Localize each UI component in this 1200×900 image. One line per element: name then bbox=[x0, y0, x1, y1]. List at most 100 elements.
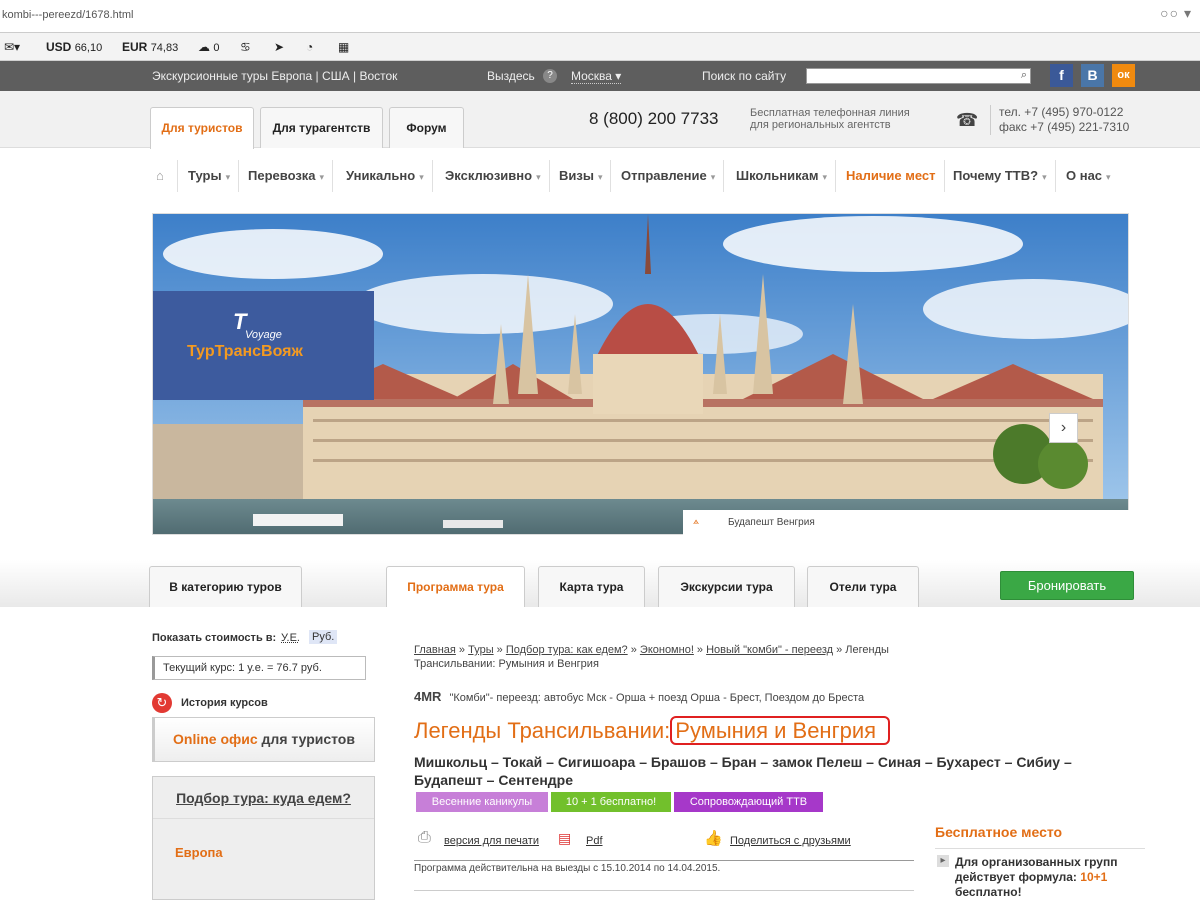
caption-text: Будапешт Венгрия bbox=[728, 517, 815, 528]
nav-item-unique[interactable]: Уникально ▾ bbox=[338, 160, 433, 192]
odnoklassniki-icon[interactable]: ок bbox=[1112, 64, 1135, 87]
url-text[interactable]: kombi---pereezd/1678.html bbox=[2, 9, 133, 21]
nav-label: Отправление bbox=[621, 168, 707, 183]
city-select[interactable]: Москва ▾ bbox=[571, 69, 622, 84]
tour-title: Легенды Трансильвании: Румыния и Венгрия bbox=[414, 716, 891, 745]
nav-item-visas[interactable]: Визы ▾ bbox=[551, 160, 612, 192]
chevron-down-icon: ▾ bbox=[536, 172, 541, 182]
tour-transport: "Комби"- переезд: автобус Мск - Орша + п… bbox=[449, 692, 865, 704]
pin-icon: ⟑ bbox=[693, 516, 700, 527]
nav-item-tours[interactable]: Туры ▾ bbox=[180, 160, 240, 192]
title-part-b: Румыния и Венгрия bbox=[670, 716, 891, 745]
rate-history-link[interactable]: История курсов bbox=[181, 697, 268, 709]
usd-rate[interactable]: USD 66,10 bbox=[46, 40, 102, 54]
pdf-icon[interactable]: ▤ bbox=[558, 830, 571, 847]
crumb-tours[interactable]: Туры bbox=[468, 644, 494, 656]
free-place-title: Бесплатное место bbox=[935, 824, 1063, 840]
book-button[interactable]: Бронировать bbox=[1000, 571, 1134, 600]
nav-label: Туры bbox=[188, 168, 222, 183]
telegram-icon[interactable]: ➤ bbox=[274, 40, 284, 54]
nav-item-availability[interactable]: Наличие мест bbox=[838, 160, 945, 192]
printer-icon[interactable]: ⎙ bbox=[418, 829, 431, 847]
ticket-icon[interactable]: ▦ bbox=[338, 40, 349, 54]
online-office-button[interactable]: Online офис для туристов bbox=[152, 717, 375, 762]
currency-rub[interactable]: Руб. bbox=[309, 630, 338, 644]
tag-escort[interactable]: Сопровождающий ТТВ bbox=[674, 792, 823, 812]
company-logo[interactable]: T Voyage ТурТрансВояж bbox=[153, 291, 374, 400]
eur-rate[interactable]: EUR 74,83 bbox=[122, 40, 178, 54]
nav-item-why-ttv[interactable]: Почему ТТВ? ▾ bbox=[945, 160, 1056, 192]
search-icon[interactable]: ⌕ bbox=[1021, 69, 1027, 82]
nav-item-schoolkids[interactable]: Школьникам ▾ bbox=[728, 160, 836, 192]
address-bar[interactable]: kombi---pereezd/1678.html ○○ ▾ bbox=[0, 0, 1200, 33]
usd-label: USD bbox=[46, 40, 72, 54]
extension-toolbar: ✉▾ USD 66,10 EUR 74,83 ☁ 0 ♋ ➤ ◔ ▦ bbox=[0, 33, 1200, 61]
tourists-label: для туристов bbox=[261, 731, 355, 747]
chevron-down-icon: ▾ bbox=[597, 172, 603, 182]
eur-value: 74,83 bbox=[150, 42, 179, 54]
search-label: Поиск по сайту bbox=[702, 69, 787, 83]
crumb-home[interactable]: Главная bbox=[414, 644, 456, 656]
chevron-down-icon: ▾ bbox=[822, 172, 827, 182]
free-text-2: бесплатно! bbox=[955, 885, 1022, 899]
show-cost-label: Показать стоимость в: bbox=[152, 632, 277, 644]
home-icon[interactable]: ⌂ bbox=[148, 160, 178, 192]
tag-ten-plus-one[interactable]: 10 + 1 бесплатно! bbox=[551, 792, 671, 812]
tag-spring-break[interactable]: Весенние каникулы bbox=[416, 792, 548, 812]
weather-widget[interactable]: ☁ 0 bbox=[198, 40, 219, 54]
chevron-down-icon: ▾ bbox=[1042, 172, 1047, 182]
tab-map[interactable]: Карта тура bbox=[538, 566, 645, 607]
currency-ue[interactable]: У.Е. bbox=[281, 632, 300, 644]
tour-finder-box: Подбор тура: куда едем? Европа bbox=[152, 776, 375, 900]
nav-item-exclusive[interactable]: Эксклюзивно ▾ bbox=[437, 160, 550, 192]
weather-value: 0 bbox=[213, 42, 220, 54]
tour-route: Мишкольц – Токай – Сигишоара – Брашов – … bbox=[414, 754, 1072, 788]
tab-forum[interactable]: Форум bbox=[389, 107, 464, 148]
crumb-kombi[interactable]: Новый "комби" - переезд bbox=[706, 644, 833, 656]
search-input[interactable]: ⌕ bbox=[806, 68, 1031, 84]
slider-next-button[interactable]: › bbox=[1049, 413, 1078, 443]
arrow-right-icon: ▸ bbox=[937, 855, 949, 867]
pdf-link[interactable]: Pdf bbox=[586, 835, 603, 847]
horoscope-icon[interactable]: ♋ bbox=[240, 40, 251, 54]
free-place-text: ▸ Для организованных групп действует фор… bbox=[935, 848, 1145, 900]
tab-hotels[interactable]: Отели тура bbox=[807, 566, 919, 607]
tab-for-tourists[interactable]: Для туристов bbox=[150, 107, 254, 149]
refresh-icon[interactable]: ↻ bbox=[152, 693, 172, 713]
tab-for-agencies[interactable]: Для турагентств bbox=[260, 107, 383, 148]
nav-item-departure[interactable]: Отправление ▾ bbox=[613, 160, 725, 192]
tab-excursions[interactable]: Экскурсии тура bbox=[658, 566, 795, 607]
contact-phones: тел. +7 (495) 970-0122 факс +7 (495) 221… bbox=[990, 105, 1129, 135]
europe-link[interactable]: Европа bbox=[175, 845, 223, 860]
share-link[interactable]: Поделиться с друзьями bbox=[730, 835, 851, 847]
nav-item-about[interactable]: О нас ▾ bbox=[1058, 160, 1119, 192]
crumb-how[interactable]: Подбор тура: как едем? bbox=[506, 644, 628, 656]
top-links[interactable]: Экскурсионные туры Европа | США | Восток bbox=[152, 69, 397, 83]
tour-code: 4MR bbox=[414, 689, 442, 704]
chevron-down-icon: ▾ bbox=[319, 172, 325, 182]
nav-label: О нас bbox=[1066, 168, 1103, 183]
reader-icon[interactable]: ○○ ▾ bbox=[1160, 5, 1192, 22]
pacman-icon[interactable]: ◔ bbox=[306, 40, 313, 54]
tour-finder-title[interactable]: Подбор тура: куда едем? bbox=[153, 777, 374, 819]
tel-line: тел. +7 (495) 970-0122 bbox=[999, 105, 1124, 119]
tab-back-to-category[interactable]: В категорию туров bbox=[149, 566, 302, 607]
top-bar: Экскурсионные туры Европа | США | Восток… bbox=[0, 61, 1200, 91]
tab-program[interactable]: Программа тура bbox=[386, 566, 525, 607]
chevron-down-icon: ▾ bbox=[1106, 172, 1111, 182]
nav-label: Почему ТТВ? bbox=[953, 168, 1039, 183]
nav-item-transport[interactable]: Перевозка ▾ bbox=[240, 160, 334, 192]
help-icon[interactable]: ? bbox=[543, 69, 557, 83]
logo-small: Voyage bbox=[245, 329, 282, 341]
crumb-economy[interactable]: Экономно! bbox=[640, 644, 694, 656]
nav-label: Эксклюзивно bbox=[445, 168, 533, 183]
print-link[interactable]: версия для печати bbox=[444, 835, 539, 847]
online-label: Online офис bbox=[173, 731, 258, 747]
facebook-icon[interactable]: f bbox=[1050, 64, 1073, 87]
like-icon[interactable]: 👍 bbox=[704, 829, 723, 847]
mail-icon[interactable]: ✉▾ bbox=[4, 40, 20, 54]
hotline-text: Бесплатная телефонная линия для регионал… bbox=[750, 107, 910, 131]
vk-icon[interactable]: B bbox=[1081, 64, 1104, 87]
tour-code-row: 4MR "Комби"- переезд: автобус Мск - Орша … bbox=[414, 689, 864, 704]
nav-label: Визы bbox=[559, 168, 594, 183]
